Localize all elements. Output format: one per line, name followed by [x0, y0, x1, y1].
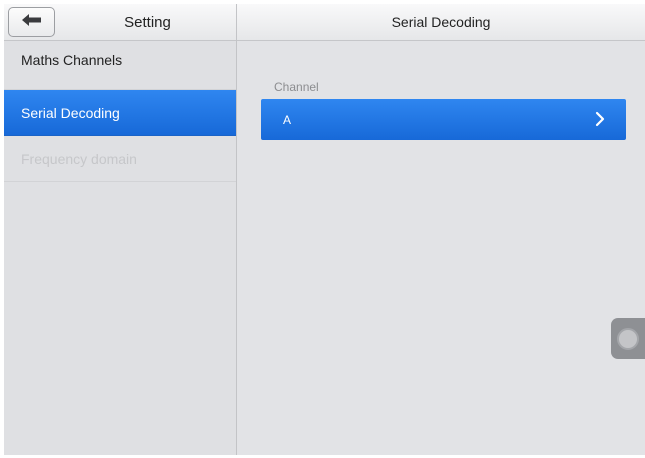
assistive-touch-icon [617, 327, 639, 350]
settings-window: Setting Serial Decoding Maths Channels S… [4, 4, 645, 455]
sidebar-item-label: Frequency domain [21, 150, 137, 167]
sidebar: Maths Channels Serial Decoding Frequency… [4, 41, 236, 455]
chevron-right-icon [592, 111, 608, 127]
arrow-left-icon [21, 13, 43, 32]
back-button[interactable] [8, 7, 55, 37]
assistive-touch-button[interactable] [611, 318, 645, 359]
settings-header: Setting [4, 4, 236, 41]
main-panel: Channel A [237, 41, 645, 455]
sidebar-item-label: Maths Channels [21, 52, 123, 68]
sidebar-item-label: Serial Decoding [21, 104, 120, 121]
channel-value: A [283, 112, 292, 127]
channel-selector[interactable]: A [261, 99, 626, 140]
sidebar-item-maths-channels[interactable]: Maths Channels [4, 41, 236, 90]
page-title: Serial Decoding [237, 4, 645, 41]
sidebar-item-serial-decoding[interactable]: Serial Decoding [4, 90, 236, 136]
channel-label: Channel [274, 80, 319, 94]
settings-title: Setting [124, 14, 171, 31]
sidebar-item-frequency-domain: Frequency domain [4, 136, 236, 182]
